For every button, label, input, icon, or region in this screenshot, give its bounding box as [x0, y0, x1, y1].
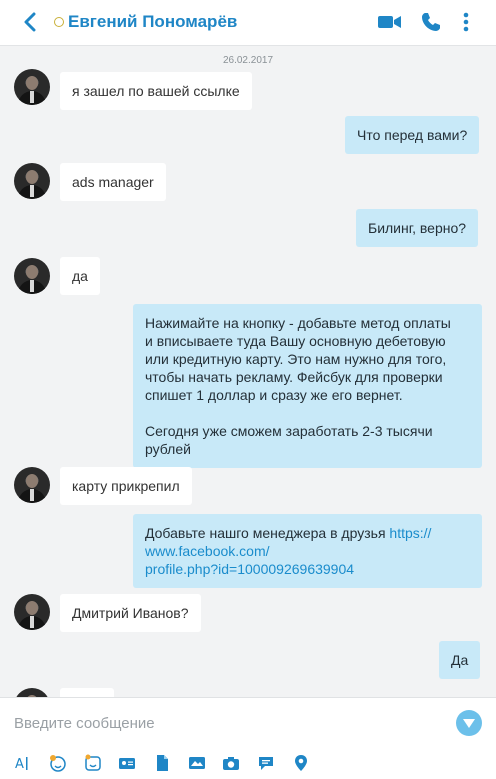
message-line: рублей [145, 441, 191, 457]
message-line: чтобы начать рекламу. Фейсбук для провер… [145, 369, 443, 385]
message-text: Добавьте нашго менеджера в друзья [145, 525, 390, 541]
composer: Введите сообщение A [0, 697, 496, 779]
chat-header: Евгений Пономарёв [0, 0, 496, 46]
message-line: Сегодня уже сможем заработать 2-3 тысячи [145, 423, 433, 439]
message-incoming[interactable]: да [60, 257, 100, 295]
more-vertical-icon[interactable] [460, 9, 472, 35]
message-paragraph: Сегодня уже сможем заработать 2-3 тысячи… [145, 422, 470, 458]
location-icon[interactable] [292, 754, 310, 772]
date-separator: 26.02.2017 [222, 55, 274, 66]
avatar[interactable] [14, 467, 50, 503]
message-line: спишет 1 доллар и сразу же его вернет. [145, 387, 403, 403]
message-list[interactable]: 26.02.2017 я зашел по вашей ссылке Что п… [0, 47, 496, 697]
message-incoming[interactable]: Дмитрий Иванов? [60, 594, 201, 632]
message-line: или кредитную карту. Это нам нужно для т… [145, 351, 447, 367]
avatar[interactable] [14, 258, 50, 294]
camera-icon[interactable] [222, 754, 240, 772]
message-outgoing[interactable]: Да [439, 641, 481, 679]
message-paragraph: Нажимайте на кнопку - добавьте метод опл… [145, 314, 470, 404]
message-outgoing[interactable]: Что перед вами? [345, 116, 480, 154]
moji-icon[interactable] [84, 754, 102, 772]
video-call-icon[interactable] [378, 9, 402, 35]
avatar[interactable] [14, 594, 50, 630]
back-arrow-icon[interactable] [20, 11, 40, 33]
emoticon-icon[interactable] [49, 754, 67, 772]
message-line: и вписываете туда Вашу основную дебетову… [145, 333, 446, 349]
contact-name[interactable]: Евгений Пономарёв [68, 12, 237, 32]
media-bar-icon[interactable] [188, 754, 206, 772]
send-icon[interactable] [456, 710, 482, 736]
avatar[interactable] [14, 163, 50, 199]
message-outgoing[interactable]: Нажимайте на кнопку - добавьте метод опл… [133, 304, 482, 468]
text-format-icon[interactable]: A [14, 754, 32, 772]
chat-bubble-icon[interactable] [257, 754, 275, 772]
avatar[interactable] [14, 69, 50, 105]
phone-call-icon[interactable] [420, 9, 442, 35]
profile-link[interactable]: https:// [389, 525, 431, 541]
svg-text:A: A [15, 757, 24, 772]
profile-link[interactable]: profile.php?id=100009269639904 [145, 561, 354, 577]
message-incoming[interactable]: ads manager [60, 163, 166, 201]
message-line: Нажимайте на кнопку - добавьте метод опл… [145, 315, 451, 331]
message-incoming[interactable]: я зашел по вашей ссылке [60, 72, 252, 110]
message-incoming[interactable]: карту прикрепил [60, 467, 192, 505]
profile-link[interactable]: www.facebook.com/ [145, 543, 270, 559]
file-icon[interactable] [153, 754, 171, 772]
message-input[interactable]: Введите сообщение [14, 715, 155, 732]
message-outgoing[interactable]: Билинг, верно? [356, 209, 479, 247]
avatar[interactable] [14, 688, 50, 697]
message-outgoing[interactable]: Добавьте нашго менеджера в друзья https:… [133, 514, 482, 588]
status-icon [54, 17, 64, 27]
message-incoming[interactable] [60, 688, 114, 697]
contact-card-icon[interactable] [118, 754, 136, 772]
